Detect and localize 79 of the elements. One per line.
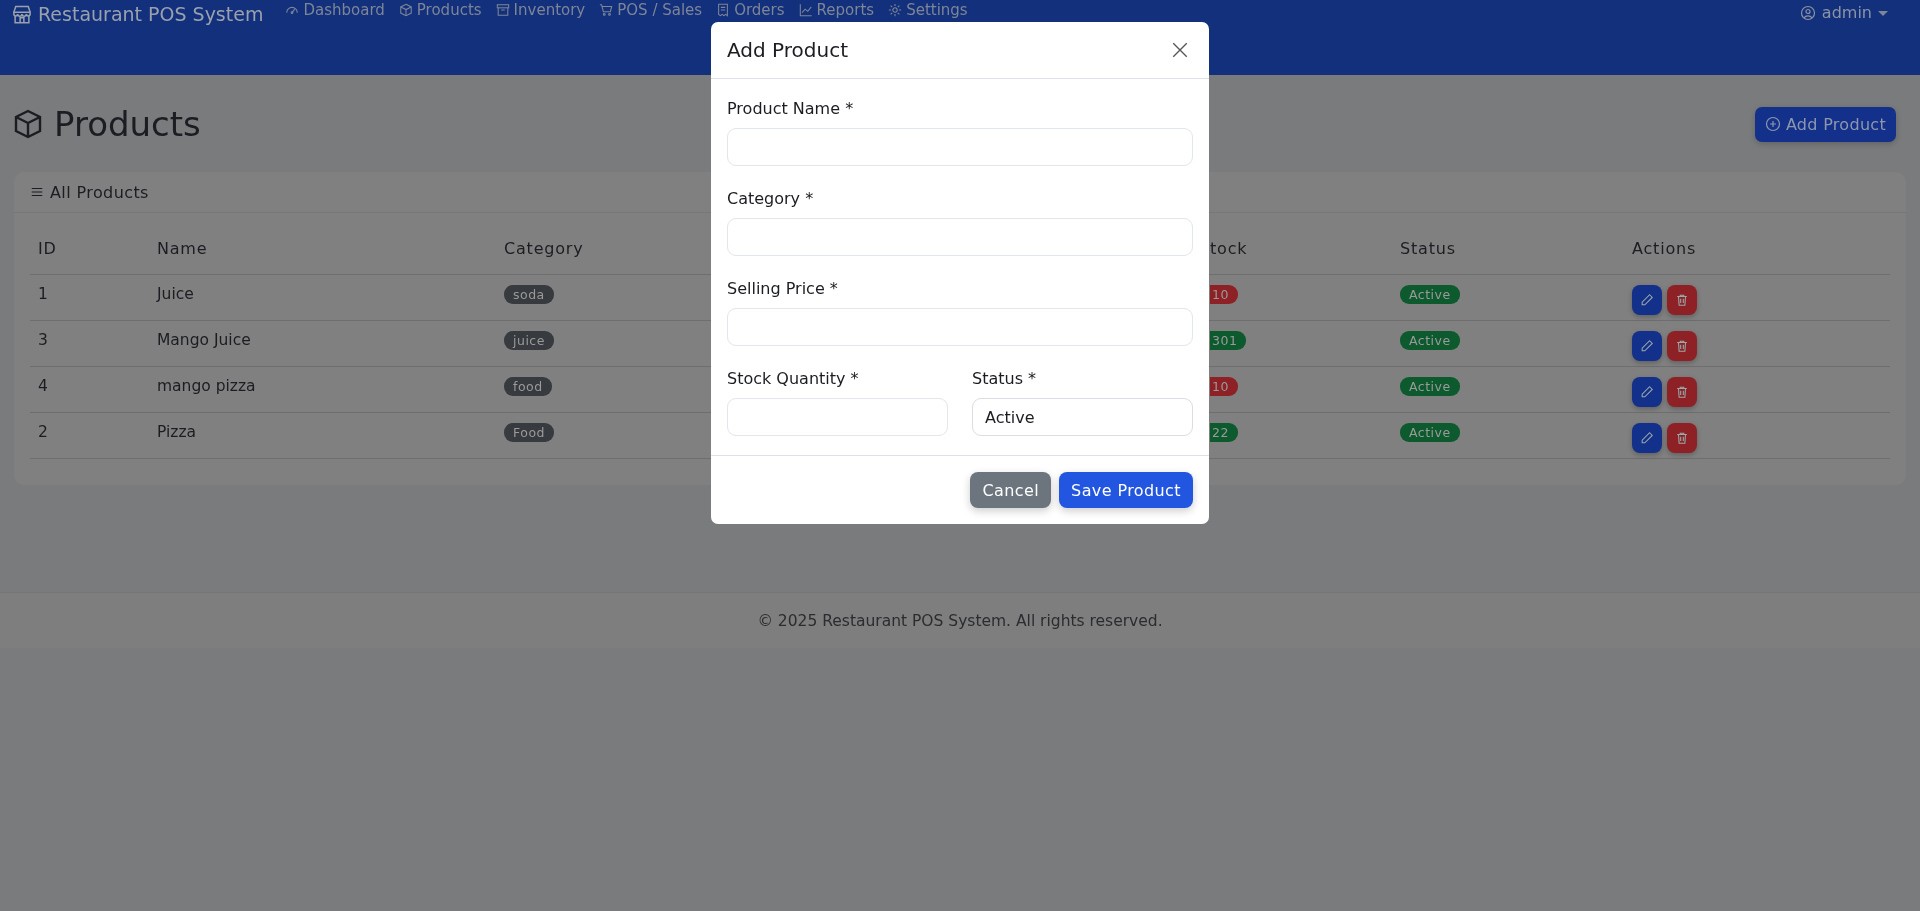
table-cell: Juice <box>149 275 496 321</box>
table-cell: Mango Juice <box>149 321 496 367</box>
field-label: Status * <box>972 369 1038 388</box>
caret-icon <box>1878 10 1888 16</box>
table-cell: 1 <box>30 275 149 321</box>
status-badge: Active <box>1400 331 1460 350</box>
table-cell: 3 <box>30 321 149 367</box>
status-badge: Active <box>1400 285 1460 304</box>
box-icon <box>12 108 44 140</box>
category-tag: soda <box>504 285 554 304</box>
category-tag: food <box>504 377 552 396</box>
input-field[interactable] <box>727 308 1193 346</box>
box-icon <box>398 3 413 17</box>
brand-name[interactable]: Restaurant POS System <box>38 3 264 25</box>
nav-link[interactable]: POS / Sales <box>599 1 703 19</box>
field-label: Selling Price * <box>727 279 839 298</box>
input-field[interactable] <box>727 128 1193 166</box>
delete-button[interactable] <box>1667 377 1697 407</box>
delete-button[interactable] <box>1667 331 1697 361</box>
trash-icon <box>1675 339 1689 353</box>
category-tag: Food <box>504 423 554 442</box>
nav-link[interactable]: Dashboard <box>285 1 385 19</box>
dialog-title: Add Product <box>727 38 848 62</box>
copyright-text: © 2025 Restaurant POS System. All rights reserved. <box>757 611 1163 630</box>
delete-button[interactable] <box>1667 423 1697 453</box>
column-header: Status <box>1392 229 1624 275</box>
edit-button[interactable] <box>1632 377 1662 407</box>
field-label: Stock Quantity * <box>727 369 860 388</box>
add-product-button[interactable]: Add Product <box>1754 106 1896 142</box>
status-select[interactable]: Active <box>972 398 1193 436</box>
table-cell: 2 <box>30 413 149 459</box>
table-cell: 4 <box>30 367 149 413</box>
nav-link[interactable]: Products <box>398 1 482 19</box>
pencil-icon <box>1640 385 1654 399</box>
user-menu[interactable]: admin <box>1799 0 1888 22</box>
plus-circle-icon <box>1764 116 1781 132</box>
gear-icon <box>888 3 903 17</box>
pencil-icon <box>1640 339 1654 353</box>
trash-icon <box>1675 431 1689 445</box>
list-icon <box>30 185 44 199</box>
pencil-icon <box>1640 293 1654 307</box>
table-cell: mango pizza <box>149 367 496 413</box>
input-field[interactable] <box>727 398 948 436</box>
receipt-icon <box>716 3 731 17</box>
save-button[interactable]: Save Product <box>1059 472 1193 508</box>
status-badge: Active <box>1400 377 1460 396</box>
nav-link[interactable]: Orders <box>716 1 785 19</box>
cancel-button[interactable]: Cancel <box>970 472 1052 508</box>
nav-link[interactable]: Reports <box>798 1 875 19</box>
column-header: ID <box>30 229 149 275</box>
archive-icon <box>495 3 510 17</box>
close-icon <box>1171 41 1189 59</box>
cart-icon <box>599 3 614 17</box>
table-cell: Pizza <box>149 413 496 459</box>
user-avatar-icon <box>1799 5 1816 21</box>
card-title: All Products <box>50 182 149 202</box>
nav-link[interactable]: Inventory <box>495 1 586 19</box>
page-title: Products <box>54 104 201 144</box>
edit-button[interactable] <box>1632 285 1662 315</box>
column-header: Name <box>149 229 496 275</box>
trash-icon <box>1675 385 1689 399</box>
storefront-icon <box>12 4 32 24</box>
stock-badge: 22 <box>1210 423 1238 442</box>
stock-badge: 10 <box>1210 377 1238 396</box>
stock-badge: 301 <box>1210 331 1247 350</box>
pencil-icon <box>1640 431 1654 445</box>
delete-button[interactable] <box>1667 285 1697 315</box>
field-label: Product Name * <box>727 99 855 118</box>
chart-icon <box>798 3 813 17</box>
nav-link[interactable]: Settings <box>888 1 968 19</box>
input-field[interactable] <box>727 218 1193 256</box>
trash-icon <box>1675 293 1689 307</box>
column-header: Actions <box>1624 229 1890 275</box>
category-tag: juice <box>504 331 554 350</box>
stock-badge: 10 <box>1210 285 1238 304</box>
edit-button[interactable] <box>1632 331 1662 361</box>
field-label: Category * <box>727 189 815 208</box>
status-badge: Active <box>1400 423 1460 442</box>
edit-button[interactable] <box>1632 423 1662 453</box>
